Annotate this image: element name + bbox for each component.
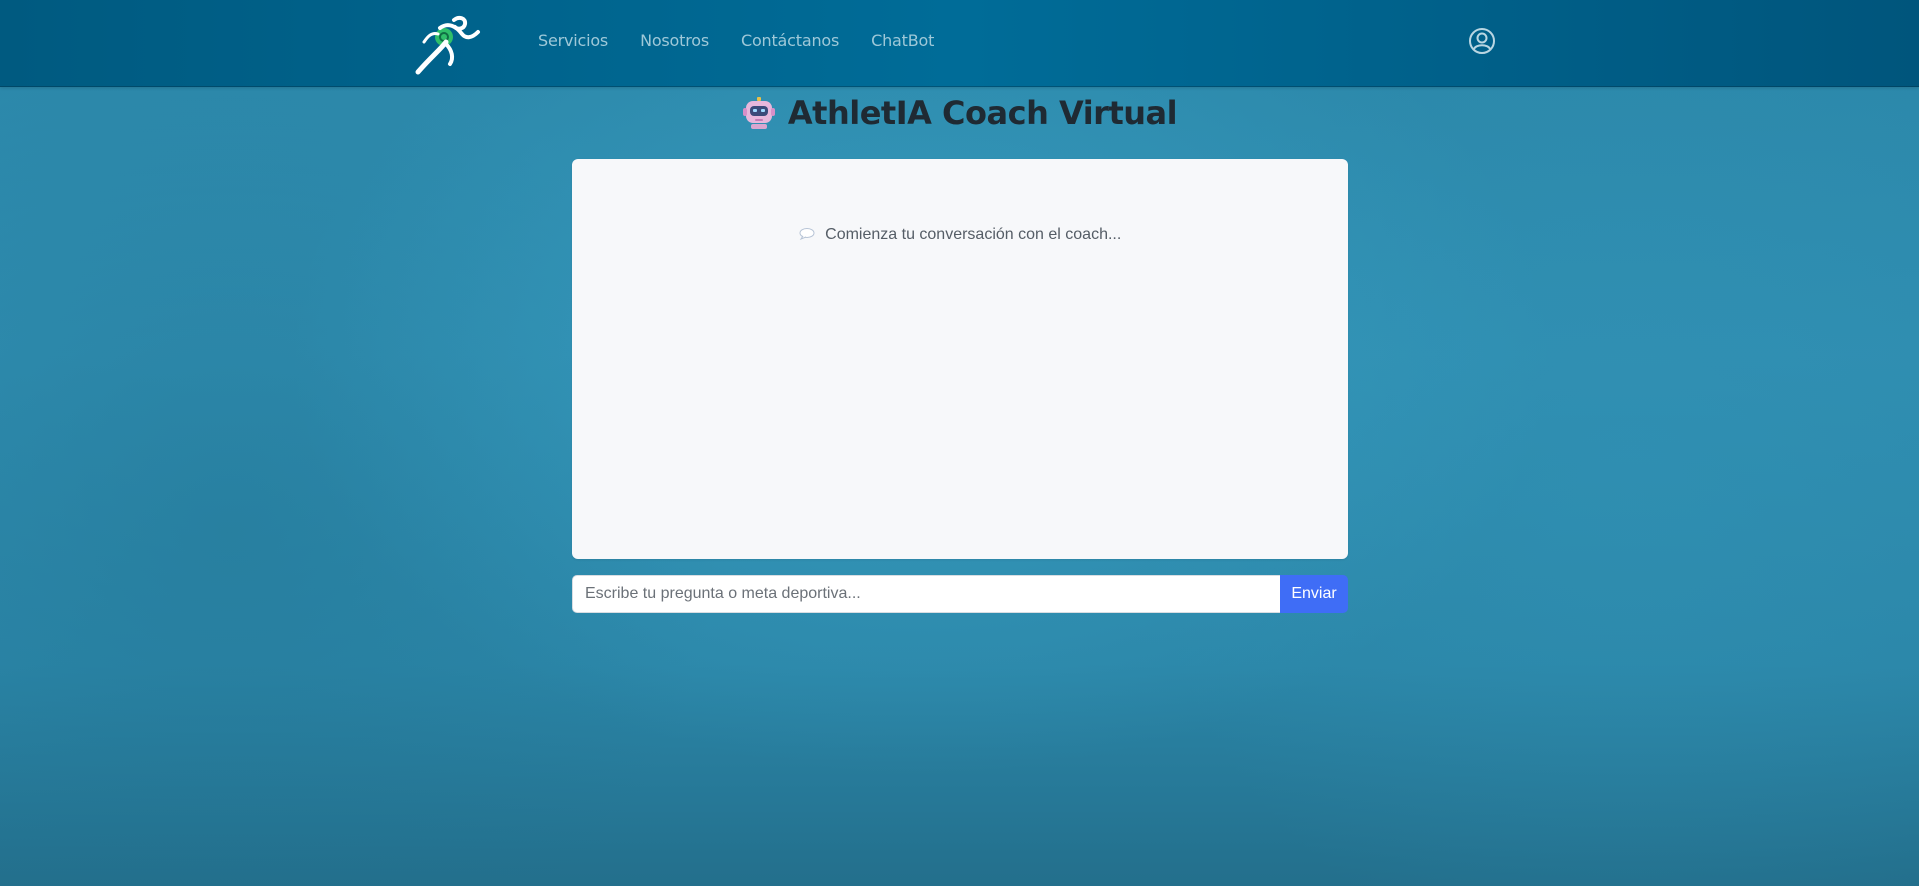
page-title-wrap: AthletIA Coach Virtual xyxy=(0,94,1919,135)
nav-link-chatbot[interactable]: ChatBot xyxy=(871,31,934,50)
nav-link-servicios[interactable]: Servicios xyxy=(538,31,608,50)
chat-empty-state: Comienza tu conversación con el coach... xyxy=(572,226,1348,244)
nav-link-contactanos[interactable]: Contáctanos xyxy=(741,31,839,50)
send-button[interactable]: Enviar xyxy=(1280,575,1348,613)
chat-messages-panel[interactable]: Comienza tu conversación con el coach... xyxy=(572,159,1348,559)
main-nav: Servicios Nosotros Contáctanos ChatBot xyxy=(538,31,966,50)
nav-link-nosotros[interactable]: Nosotros xyxy=(640,31,709,50)
navbar: Servicios Nosotros Contáctanos ChatBot xyxy=(0,0,1919,87)
chat-composer: Enviar xyxy=(572,575,1348,613)
speech-bubble-icon xyxy=(799,227,815,240)
page-title: AthletIA Coach Virtual xyxy=(742,94,1178,132)
runner-logo-icon[interactable] xyxy=(410,12,486,76)
message-input[interactable] xyxy=(572,575,1280,613)
chat-empty-text: Comienza tu conversación con el coach... xyxy=(825,226,1122,243)
user-circle-icon[interactable] xyxy=(1468,27,1496,55)
title-text: AthletIA Coach Virtual xyxy=(787,94,1178,132)
robot-icon xyxy=(742,96,776,130)
